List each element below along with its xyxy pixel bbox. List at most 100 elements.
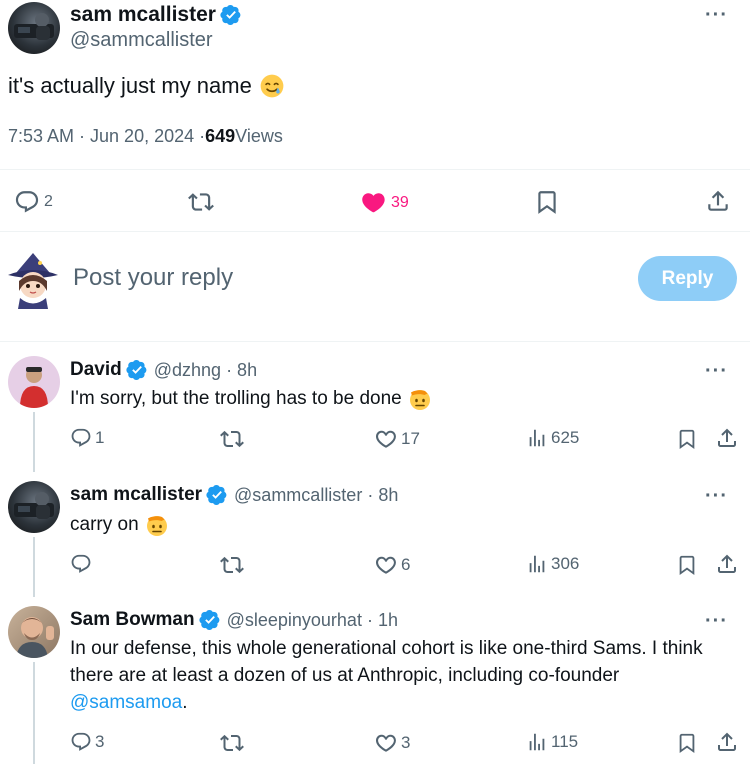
like-count: 6 — [401, 555, 411, 574]
reply-icon — [70, 731, 92, 753]
more-icon[interactable]: ··· — [705, 486, 728, 506]
mention-link[interactable]: @samsamoa — [70, 692, 182, 713]
reply-action[interactable] — [70, 553, 92, 575]
more-icon[interactable]: ··· — [705, 361, 728, 381]
reply-action[interactable]: 1 — [70, 427, 104, 449]
reply-author-handle[interactable]: @dzhng · 8h — [154, 360, 257, 381]
like-count: 39 — [391, 193, 409, 211]
heart-icon — [374, 553, 398, 577]
views-action[interactable]: 115 — [526, 731, 578, 753]
retweet-icon — [220, 731, 244, 755]
share-icon — [715, 730, 739, 754]
bookmark-action[interactable] — [676, 427, 698, 451]
reply-input[interactable]: Post your reply — [73, 264, 233, 292]
reply-author-handle[interactable]: @sleepinyourhat · 1h — [227, 610, 398, 631]
reply-author-name[interactable]: David — [70, 359, 122, 381]
heart-icon — [374, 427, 398, 451]
verified-badge-icon — [199, 609, 221, 631]
divider — [0, 169, 750, 170]
reply-avatar-sambowman[interactable] — [8, 606, 60, 658]
reply-text-line: In our defense, this whole generational … — [70, 638, 703, 659]
reply-author-name[interactable]: sam mcallister — [70, 484, 202, 506]
views-count: 625 — [551, 428, 580, 447]
retweet-action[interactable] — [220, 731, 244, 755]
heart-icon — [360, 189, 387, 216]
views-icon — [526, 553, 548, 575]
salute-emoji-icon — [408, 387, 432, 411]
reply-action[interactable]: 3 — [70, 731, 104, 753]
reply-author-handle[interactable]: @sammcallister · 8h — [234, 485, 398, 506]
like-action[interactable]: 6 — [374, 553, 410, 577]
reply-text: carry on — [70, 514, 139, 535]
reply-icon — [70, 553, 92, 575]
reply-button[interactable]: Reply — [638, 256, 737, 301]
retweet-action[interactable] — [188, 189, 214, 215]
more-icon[interactable]: ··· — [705, 5, 728, 25]
reply-header: David @dzhng · 8h — [70, 359, 257, 381]
retweet-action[interactable] — [220, 553, 244, 577]
thread-line — [33, 412, 35, 472]
divider — [0, 231, 750, 232]
like-action[interactable]: 17 — [374, 427, 420, 451]
retweet-icon — [220, 553, 244, 577]
share-icon — [715, 426, 739, 450]
bookmark-icon — [676, 553, 698, 577]
like-count: 17 — [401, 429, 420, 448]
tweet-text: it's actually just my name — [8, 73, 252, 98]
reply-text-line: @samsamoa. — [70, 689, 703, 716]
thread-line — [33, 662, 35, 764]
current-user-avatar[interactable] — [6, 251, 60, 309]
reply-avatar-sammcallister[interactable] — [8, 481, 60, 533]
heart-icon — [374, 731, 398, 755]
reply-action[interactable]: 2 — [14, 189, 53, 215]
thread-line — [33, 537, 35, 597]
retweet-icon — [220, 427, 244, 451]
divider — [0, 341, 750, 342]
views-action[interactable]: 625 — [526, 427, 579, 449]
reply-icon — [14, 189, 40, 215]
salute-emoji-icon — [145, 513, 169, 537]
reply-count: 3 — [95, 732, 105, 751]
share-action[interactable] — [715, 426, 739, 450]
bookmark-action[interactable] — [534, 189, 560, 215]
verified-badge-icon — [206, 484, 228, 506]
views-count: 649 — [205, 126, 236, 146]
bookmark-action[interactable] — [676, 731, 698, 755]
share-action[interactable] — [705, 188, 731, 214]
views-action[interactable]: 306 — [526, 553, 579, 575]
verified-badge-icon — [220, 4, 242, 26]
retweet-icon — [188, 189, 214, 215]
reply-header: sam mcallister @sammcallister · 8h — [70, 484, 398, 506]
reply-avatar-david[interactable] — [8, 356, 60, 408]
share-action[interactable] — [715, 552, 739, 576]
share-icon — [715, 552, 739, 576]
views-count: 306 — [551, 554, 580, 573]
mention-suffix: . — [182, 692, 188, 713]
reply-text: In our defense, this whole generational … — [70, 635, 703, 716]
more-icon[interactable]: ··· — [705, 611, 728, 631]
like-action[interactable]: 3 — [374, 731, 410, 755]
views-count: 115 — [551, 732, 579, 751]
retweet-action[interactable] — [220, 427, 244, 451]
author-name[interactable]: sam mcallister — [70, 3, 216, 27]
bookmark-icon — [676, 731, 698, 755]
tear-smile-emoji-icon — [259, 73, 285, 99]
views-icon — [526, 427, 548, 449]
like-action[interactable]: 39 — [360, 189, 409, 216]
reply-text: I'm sorry, but the trolling has to be do… — [70, 388, 402, 409]
bookmark-icon — [534, 189, 560, 215]
author-row: sam mcallister — [70, 3, 242, 27]
reply-count: 1 — [95, 428, 105, 447]
bookmark-action[interactable] — [676, 553, 698, 577]
reply-text-row: carry on — [70, 511, 169, 538]
tweet-meta: 7:53 AM · Jun 20, 2024 · 649 Views — [8, 126, 283, 147]
author-avatar[interactable] — [8, 2, 60, 54]
reply-author-name[interactable]: Sam Bowman — [70, 609, 195, 631]
views-icon — [526, 731, 548, 753]
tweet-timestamp[interactable]: 7:53 AM · Jun 20, 2024 · — [8, 126, 205, 147]
reply-header: Sam Bowman @sleepinyourhat · 1h — [70, 609, 398, 631]
bookmark-icon — [676, 427, 698, 451]
author-handle[interactable]: @sammcallister — [70, 29, 213, 52]
share-action[interactable] — [715, 730, 739, 754]
reply-icon — [70, 427, 92, 449]
